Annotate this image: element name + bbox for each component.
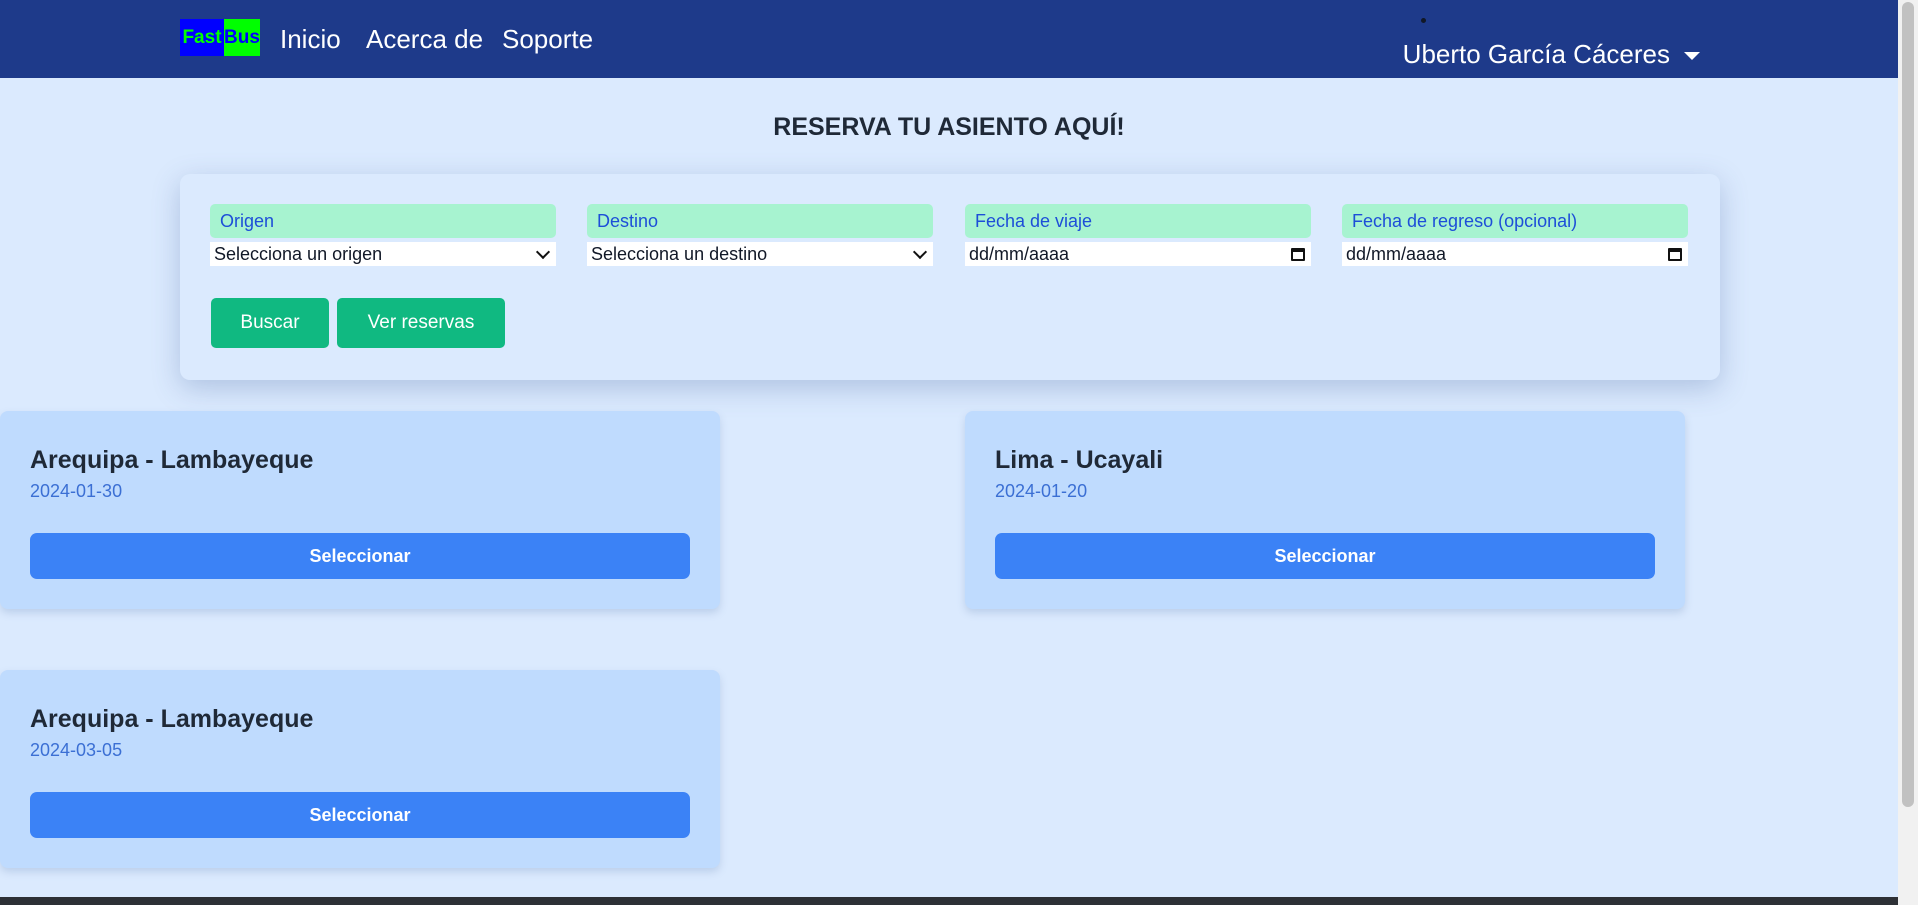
fastbus-logo[interactable]: Fast Bus [180, 19, 260, 56]
logo-fast-text: Fast [180, 19, 224, 56]
route-date: 2024-03-05 [30, 740, 123, 760]
nav-link-soporte[interactable]: Soporte [502, 22, 593, 56]
destination-select[interactable]: Selecciona un destino [587, 242, 933, 266]
origin-field: Origen Selecciona un origen [210, 204, 556, 266]
return-date-field: Fecha de regreso (opcional) dd/mm/aaaa [1342, 204, 1688, 266]
search-panel: Origen Selecciona un origen Destino Sele… [180, 174, 1720, 380]
route-date: 2024-01-30 [30, 481, 123, 501]
caret-down-icon [1684, 52, 1700, 60]
select-route-button[interactable]: Seleccionar [995, 533, 1655, 579]
chevron-down-icon [912, 244, 928, 259]
user-name: Uberto García Cáceres [1402, 39, 1670, 69]
route-card: Arequipa - Lambayeque 2024-03-05 Selecci… [0, 670, 720, 868]
return-date-placeholder: dd/mm/aaaa [1346, 244, 1447, 264]
route-title: Lima - Ucayali [995, 446, 1164, 474]
scrollbar-thumb[interactable] [1902, 2, 1914, 807]
select-route-button[interactable]: Seleccionar [30, 792, 690, 838]
search-button[interactable]: Buscar [211, 298, 329, 348]
destination-label: Destino [587, 204, 933, 238]
nav-link-acerca-de[interactable]: Acerca de [366, 22, 483, 56]
return-date-input[interactable]: dd/mm/aaaa [1342, 242, 1688, 266]
navbar: Fast Bus Inicio Acerca de Soporte Uberto… [0, 0, 1898, 78]
view-reservations-button[interactable]: Ver reservas [337, 298, 505, 348]
nav-link-inicio[interactable]: Inicio [280, 22, 341, 56]
destination-select-value: Selecciona un destino [591, 244, 768, 264]
chevron-down-icon [535, 244, 551, 259]
user-menu-dropdown[interactable]: Uberto García Cáceres [1403, 37, 1700, 71]
route-title: Arequipa - Lambayeque [30, 446, 314, 474]
travel-date-label: Fecha de viaje [965, 204, 1311, 238]
select-route-button[interactable]: Seleccionar [30, 533, 690, 579]
route-date: 2024-01-20 [995, 481, 1088, 501]
travel-date-field: Fecha de viaje dd/mm/aaaa [965, 204, 1311, 266]
nav-dot [1421, 18, 1426, 23]
vertical-scrollbar[interactable] [1898, 0, 1918, 905]
page-title: RESERVA TU ASIENTO AQUÍ! [773, 113, 1125, 141]
origin-select-value: Selecciona un origen [214, 244, 383, 264]
travel-date-placeholder: dd/mm/aaaa [969, 244, 1070, 264]
return-date-label: Fecha de regreso (opcional) [1342, 204, 1688, 238]
logo-bus-text: Bus [224, 19, 260, 56]
route-title: Arequipa - Lambayeque [30, 705, 314, 733]
route-card: Lima - Ucayali 2024-01-20 Seleccionar [965, 411, 1685, 609]
calendar-icon[interactable] [1291, 247, 1305, 261]
destination-field: Destino Selecciona un destino [587, 204, 933, 266]
origin-label: Origen [210, 204, 556, 238]
route-card: Arequipa - Lambayeque 2024-01-30 Selecci… [0, 411, 720, 609]
calendar-icon[interactable] [1668, 247, 1682, 261]
footer-edge [0, 897, 1898, 905]
origin-select[interactable]: Selecciona un origen [210, 242, 556, 266]
travel-date-input[interactable]: dd/mm/aaaa [965, 242, 1311, 266]
